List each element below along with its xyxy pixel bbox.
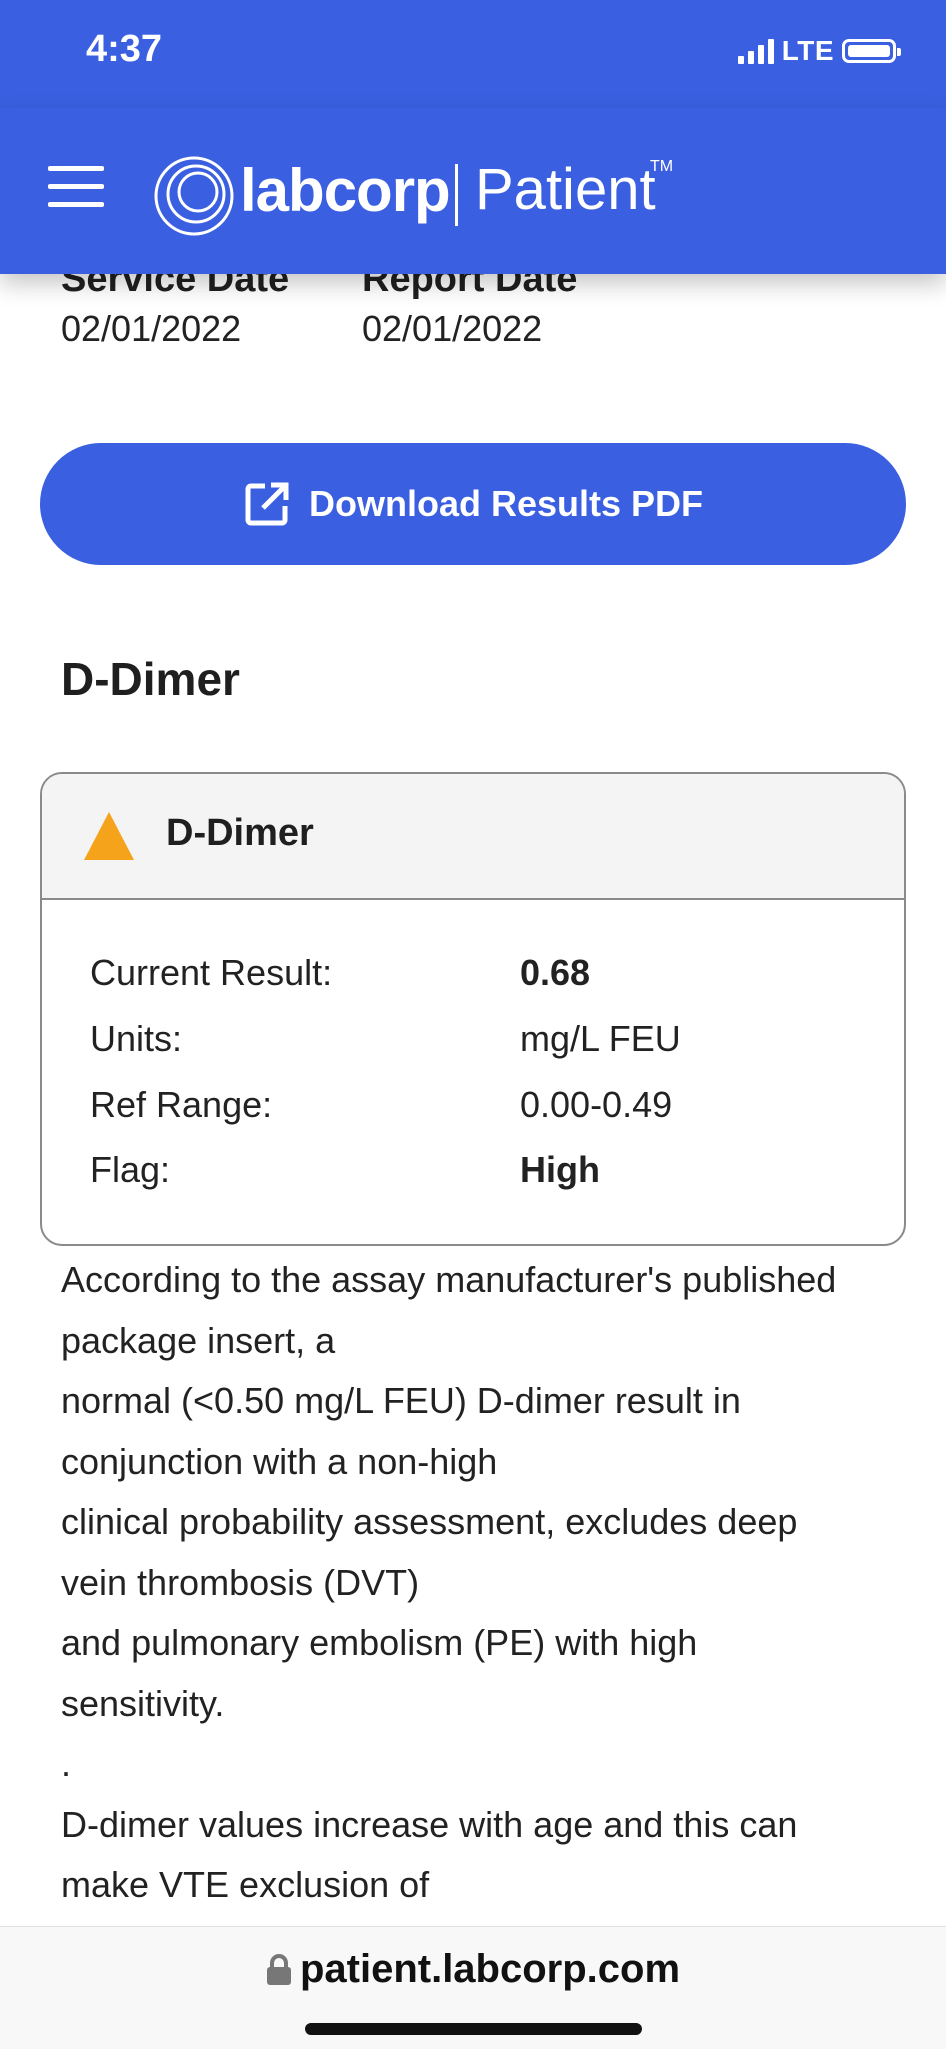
result-card: D-Dimer Current Result: 0.68 Units: mg/L… — [40, 772, 906, 1246]
note-line: normal (<0.50 mg/L FEU) D-dimer result i… — [61, 1380, 741, 1421]
result-card-title: D-Dimer — [166, 812, 314, 854]
flag-value: High — [520, 1149, 600, 1190]
ref-range-value: 0.00-0.49 — [520, 1084, 673, 1125]
report-date-value: 02/01/2022 — [362, 308, 543, 349]
note-line: make VTE exclusion of — [61, 1864, 430, 1905]
note-line: According to the assay manufacturer's pu… — [61, 1259, 837, 1300]
labcorp-logo-icon — [154, 156, 234, 236]
warning-icon — [84, 812, 134, 860]
hamburger-icon — [48, 166, 104, 171]
note-line: vein thrombosis (DVT) — [61, 1561, 420, 1603]
status-bar: 4:37 LTE — [0, 0, 946, 108]
download-button-label: Download Results PDF — [308, 483, 704, 524]
network-type: LTE — [781, 35, 834, 66]
battery-icon — [842, 39, 901, 63]
service-date-value: 02/01/2022 — [61, 308, 242, 349]
lock-icon — [266, 1953, 291, 1985]
product-name: Patient — [475, 157, 656, 222]
menu-button[interactable] — [48, 166, 106, 208]
status-time: 4:37 — [86, 28, 163, 70]
ref-range-label: Ref Range: — [90, 1084, 273, 1125]
result-note: According to the assay manufacturer's pu… — [61, 1250, 901, 1916]
external-link-icon — [245, 482, 289, 526]
trademark: TM — [650, 158, 674, 175]
status-indicators: LTE — [737, 34, 901, 68]
note-line: sensitivity. — [61, 1682, 225, 1724]
units-label: Units: — [90, 1018, 183, 1059]
result-card-header: D-Dimer — [42, 774, 904, 900]
url-text: patient.labcorp.com — [299, 1947, 681, 1991]
app-header: labcorp Patient TM — [0, 108, 946, 274]
section-title: D-Dimer — [61, 653, 240, 705]
units-value: mg/L FEU — [520, 1018, 681, 1059]
current-result-label: Current Result: — [90, 952, 333, 993]
current-result-value: 0.68 — [520, 952, 591, 993]
note-line: D-dimer values increase with age and thi… — [61, 1803, 798, 1845]
home-indicator[interactable] — [305, 2023, 642, 2035]
note-line: clinical probability assessment, exclude… — [61, 1501, 798, 1542]
download-results-button[interactable]: Download Results PDF — [40, 443, 906, 565]
signal-icon — [737, 38, 774, 64]
flag-label: Flag: — [90, 1149, 171, 1190]
brand-name: labcorp — [240, 157, 451, 224]
note-line: and pulmonary embolism (PE) with high — [61, 1622, 698, 1663]
browser-url-bar[interactable]: patient.labcorp.com — [0, 1926, 946, 2049]
note-line: . — [61, 1743, 72, 1784]
note-line: package insert, a — [61, 1319, 336, 1361]
note-line: conjunction with a non-high — [61, 1440, 498, 1482]
brand-divider — [455, 164, 458, 226]
